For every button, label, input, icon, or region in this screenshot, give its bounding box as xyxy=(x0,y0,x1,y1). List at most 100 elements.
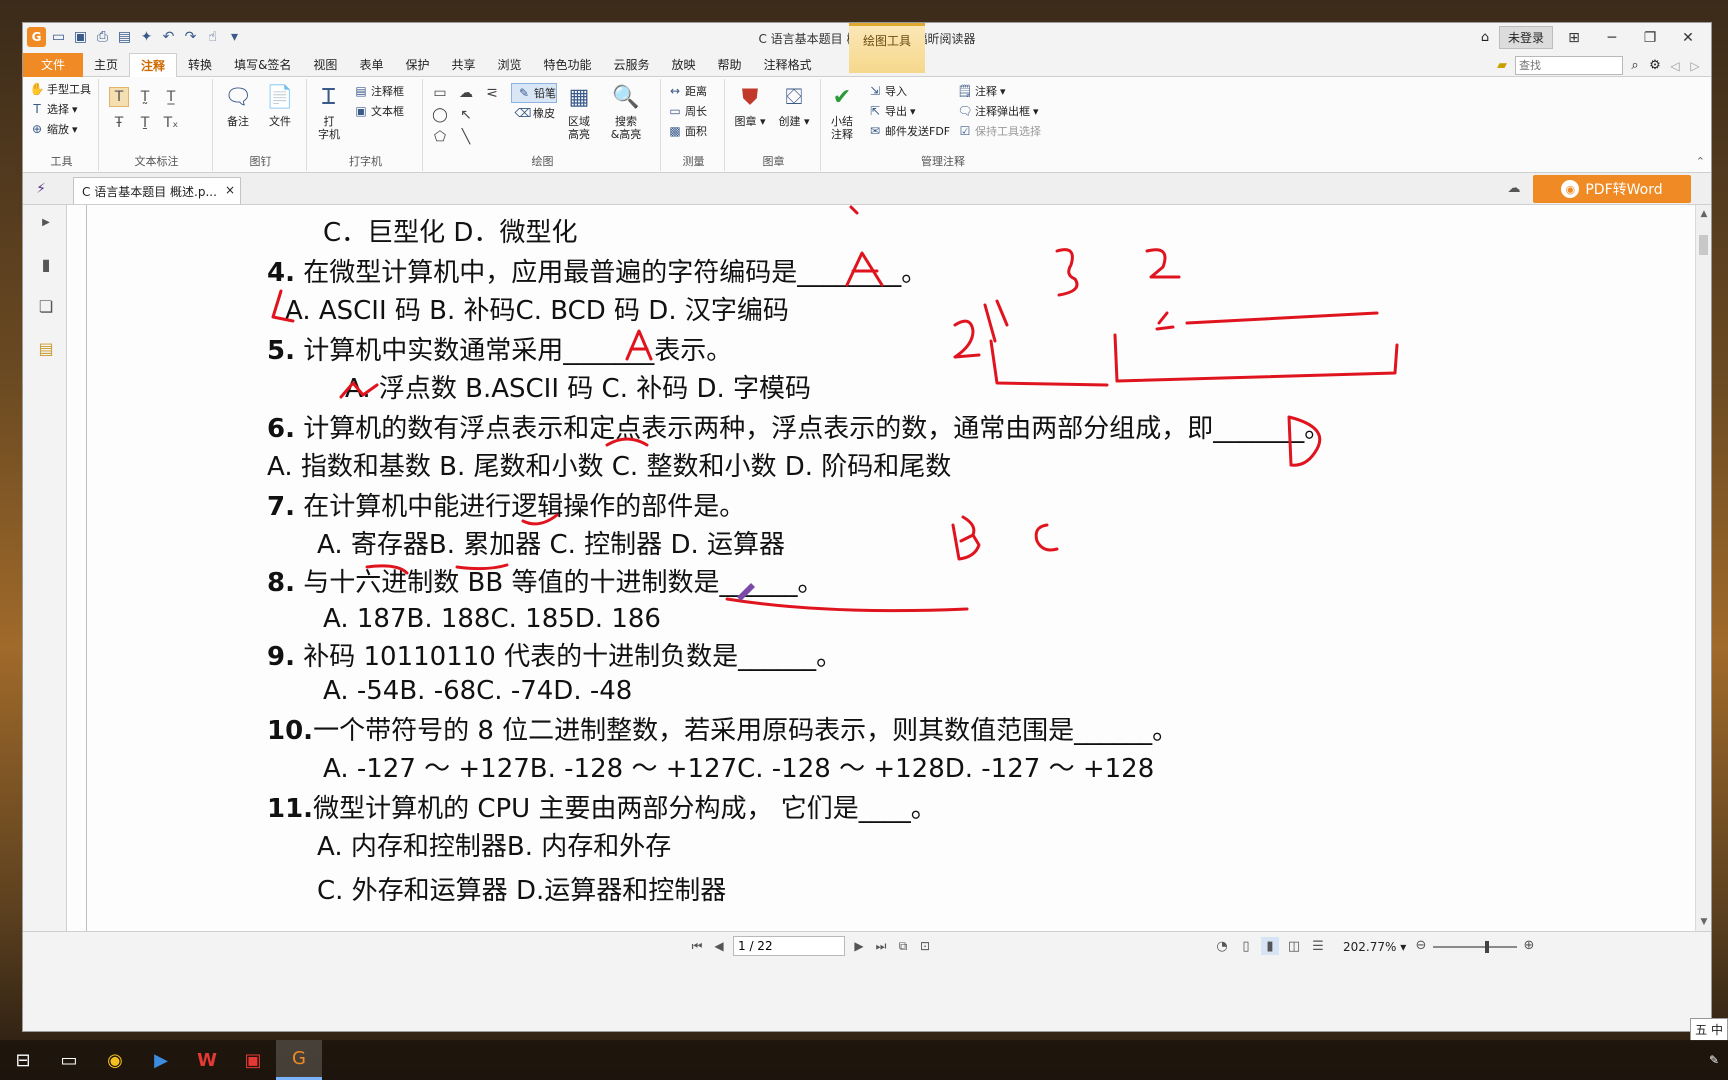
vertical-scrollbar[interactable]: ▲ ▼ xyxy=(1695,205,1711,931)
menu-convert[interactable]: 转换 xyxy=(177,53,223,77)
scroll-thumb[interactable] xyxy=(1699,235,1708,255)
line-icon[interactable]: ╲ xyxy=(455,127,477,147)
bookmarks-icon[interactable]: ▮ xyxy=(36,253,56,275)
zoom-in-icon[interactable]: ⊕ xyxy=(1521,938,1537,953)
prev-page-icon[interactable]: ◀ xyxy=(711,937,727,955)
continuous-page-icon[interactable]: ▮ xyxy=(1261,937,1279,955)
perimeter-button[interactable]: ▭ 周长 xyxy=(663,101,724,121)
close-button[interactable]: ✕ xyxy=(1671,27,1705,49)
export-button[interactable]: ⇱ 导出 ▾ xyxy=(863,101,950,121)
first-page-icon[interactable]: ⏮ xyxy=(689,937,705,955)
menu-features[interactable]: 特色功能 xyxy=(533,53,603,77)
select-tool-button[interactable]: T 选择 ▾ xyxy=(25,99,98,119)
typewriter-button[interactable]: Ꮖ 打字机 xyxy=(313,81,345,141)
hand-tool-button[interactable]: ✋ 手型工具 xyxy=(25,79,98,99)
file-explorer-icon[interactable]: ▭ xyxy=(46,1040,92,1080)
zoom-slider-knob[interactable] xyxy=(1485,941,1489,953)
foxit-reader-taskbar-icon[interactable]: G xyxy=(276,1040,322,1080)
tab-close-icon[interactable]: × xyxy=(225,183,235,197)
note-button[interactable]: 🗨 备注 xyxy=(221,81,255,128)
eraser-button[interactable]: ⌫ 橡皮 xyxy=(511,103,557,123)
menu-browse[interactable]: 浏览 xyxy=(486,53,532,77)
callout-button[interactable]: ▤ 注释框 xyxy=(349,81,404,101)
replace-text-icon[interactable]: Ṯ xyxy=(135,113,155,133)
menu-cloud[interactable]: 云服务 xyxy=(603,53,661,77)
ppt-app-icon[interactable]: ▣ xyxy=(230,1040,276,1080)
ime-indicator[interactable]: 五 中 xyxy=(1690,1018,1728,1041)
page-number-field[interactable] xyxy=(733,936,845,956)
prev-result-icon[interactable]: ◁ xyxy=(1667,59,1683,73)
stamp-button[interactable]: ⛊ 图章 ▾ xyxy=(731,81,769,128)
strikeout-text-icon[interactable]: Ŧ xyxy=(109,113,129,133)
login-button[interactable]: 未登录 xyxy=(1498,26,1553,49)
menu-fill-sign[interactable]: 填写&签名 xyxy=(223,53,302,77)
video-app-icon[interactable]: ▶ xyxy=(138,1040,184,1080)
menu-form[interactable]: 表单 xyxy=(348,53,394,77)
menu-protect[interactable]: 保护 xyxy=(394,53,440,77)
arrow-icon[interactable]: ↖ xyxy=(455,105,477,125)
menu-file[interactable]: 文件 xyxy=(23,53,84,77)
textbox-button[interactable]: ▣ 文本框 xyxy=(349,101,404,121)
zoom-tool-button[interactable]: ⊕ 缩放 ▾ xyxy=(25,119,98,139)
search-input[interactable] xyxy=(1515,56,1623,75)
keep-tool-checkbox[interactable]: ☑ 保持工具选择 xyxy=(953,121,1041,141)
view-settings-icon[interactable]: ◔ xyxy=(1213,937,1231,955)
tab-menu-icon[interactable]: ⚡ xyxy=(31,179,51,199)
import-button[interactable]: ⇲ 导入 xyxy=(863,81,950,101)
pencil-button[interactable]: ✎ 铅笔 xyxy=(511,83,557,103)
summarize-comments-button[interactable]: ✔ 小结 注释 xyxy=(825,81,859,141)
polygon-icon[interactable]: ⬠ xyxy=(429,127,451,147)
highlight-text-icon[interactable]: T xyxy=(109,87,129,107)
collapse-ribbon-icon[interactable]: ⌃ xyxy=(1696,155,1705,168)
menu-slideshow[interactable]: 放映 xyxy=(661,53,707,77)
settings-gear-icon[interactable]: ⚙ xyxy=(1647,58,1663,73)
search-icon[interactable]: ⌕ xyxy=(1627,58,1643,73)
comments-icon[interactable]: ▤ xyxy=(36,337,56,359)
attach-file-button[interactable]: 📄 文件 xyxy=(263,81,297,128)
next-result-icon[interactable]: ▷ xyxy=(1687,59,1703,73)
menu-comment[interactable]: 注释 xyxy=(129,53,178,78)
squiggly-text-icon[interactable]: T̰ xyxy=(135,87,155,107)
minimize-button[interactable]: ─ xyxy=(1595,27,1629,49)
email-fdf-button[interactable]: ✉ 邮件发送FDF xyxy=(863,121,950,141)
cloud-icon[interactable]: ☁ xyxy=(1505,181,1523,196)
distance-button[interactable]: ↔ 距离 xyxy=(663,81,724,101)
menu-home[interactable]: 主页 xyxy=(83,53,129,77)
wps-icon[interactable]: W xyxy=(184,1040,230,1080)
document-view[interactable]: C．巨型化 D．微型化 4. 在微型计算机中，应用最普遍的字符编码是______… xyxy=(67,205,1697,931)
scroll-up-icon[interactable]: ▲ xyxy=(1698,207,1710,221)
menu-view[interactable]: 视图 xyxy=(302,53,348,77)
scroll-down-icon[interactable]: ▼ xyxy=(1698,915,1710,929)
pen-icon[interactable]: ✎ xyxy=(1706,1053,1722,1067)
fit-page-icon[interactable]: ⊡ xyxy=(917,937,933,955)
pages-icon[interactable]: ❏ xyxy=(36,295,56,317)
chrome-icon[interactable]: ◉ xyxy=(92,1040,138,1080)
rectangle-icon[interactable]: ▭ xyxy=(429,83,451,103)
menu-help[interactable]: 帮助 xyxy=(707,53,753,77)
polyline-icon[interactable]: ⋜ xyxy=(481,83,503,103)
last-page-icon[interactable]: ⏭ xyxy=(873,937,889,955)
search-highlight-button[interactable]: 🔍 搜索 &高亮 xyxy=(605,81,647,141)
create-stamp-button[interactable]: ⛋ 创建 ▾ xyxy=(775,81,813,128)
area-highlight-button[interactable]: ▦ 区域 高亮 xyxy=(561,81,597,141)
single-page-icon[interactable]: ▯ xyxy=(1237,937,1255,955)
skin-icon[interactable]: ⌂ xyxy=(1475,30,1495,45)
document-tab[interactable]: C 语言基本题目 概述.p... × xyxy=(73,177,241,204)
menu-share[interactable]: 共享 xyxy=(440,53,486,77)
continuous-facing-icon[interactable]: ☰ xyxy=(1309,937,1327,955)
annotations-button[interactable]: 🗒 注释 ▾ xyxy=(953,81,1041,101)
facing-page-icon[interactable]: ◫ xyxy=(1285,937,1303,955)
zoom-slider[interactable] xyxy=(1433,941,1517,953)
restore-button[interactable]: ❐ xyxy=(1633,27,1667,49)
underline-text-icon[interactable]: T̲ xyxy=(161,87,181,107)
menu-comment-format[interactable]: 注释格式 xyxy=(753,53,823,77)
oval-icon[interactable]: ◯ xyxy=(429,105,451,125)
insert-text-icon[interactable]: Tₓ xyxy=(161,113,181,133)
cloud-icon[interactable]: ☁ xyxy=(455,83,477,103)
area-button[interactable]: ▩ 面积 xyxy=(663,121,724,141)
expand-panel-icon[interactable]: ▶ xyxy=(36,211,56,233)
popup-note-button[interactable]: 🗨 注释弹出框 ▾ xyxy=(953,101,1041,121)
next-page-icon[interactable]: ▶ xyxy=(851,937,867,955)
folder-search-icon[interactable]: ▰ xyxy=(1493,58,1511,73)
task-view-icon[interactable]: ⊟ xyxy=(0,1040,46,1080)
